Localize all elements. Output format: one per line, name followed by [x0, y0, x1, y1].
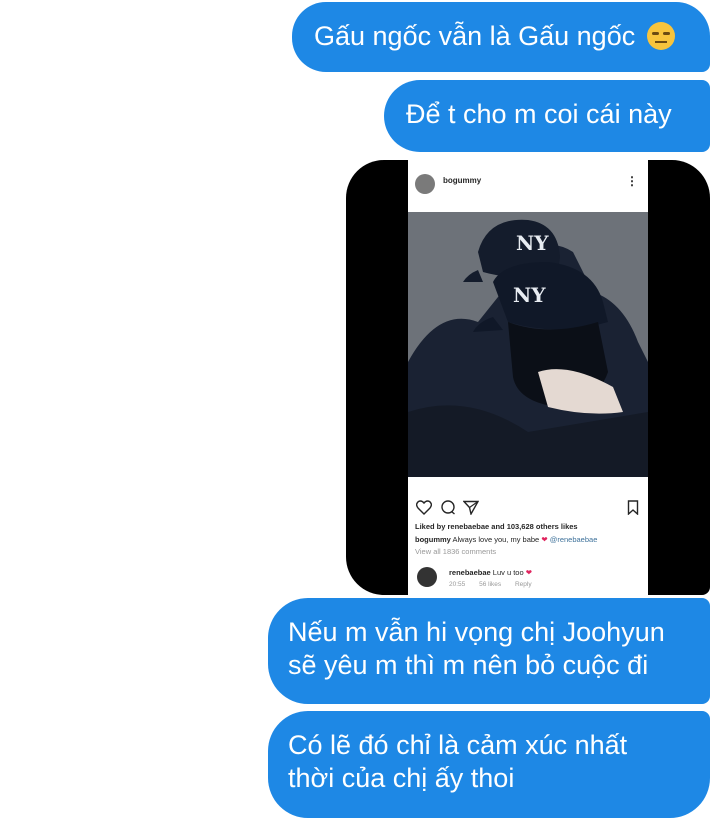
- view-all-comments: View all 1836 comments: [415, 547, 497, 556]
- message-text: Gấu ngốc vẫn là Gấu ngốc: [314, 21, 636, 51]
- instagram-post-screenshot: bogummy ⋮ NY NY Liked by renebaebae and …: [408, 160, 648, 595]
- avatar: [415, 174, 435, 194]
- more-options-icon: ⋮: [626, 174, 638, 188]
- post-actions: [416, 500, 640, 516]
- message-text-line: Nếu m vẫn hi vọng chị Joohyun: [288, 617, 665, 647]
- comment-time: 20:55: [449, 581, 466, 588]
- message-text-line: Có lẽ đó chỉ là cảm xúc nhất: [288, 730, 628, 760]
- post-caption: bogummy Always love you, my babe ❤ @rene…: [415, 535, 597, 544]
- comment-row: renebaebae Luv u too ❤ 20:55 56 likes Re…: [415, 565, 645, 591]
- heart-emoji-icon: ❤: [541, 535, 548, 544]
- caption-username: bogummy: [415, 535, 451, 544]
- post-photo: NY NY: [408, 212, 648, 477]
- comment-likes: 56 likes: [479, 581, 502, 588]
- message-bubble[interactable]: Để t cho m coi cái này: [384, 80, 710, 152]
- comment-body: Luv u too: [492, 568, 524, 577]
- heart-icon[interactable]: [416, 500, 432, 515]
- comment-icon[interactable]: [440, 500, 456, 515]
- caption-mention: @renebaebae: [549, 535, 598, 544]
- message-bubble[interactable]: Gấu ngốc vẫn là Gấu ngốc: [292, 2, 710, 72]
- post-username: bogummy: [443, 176, 482, 185]
- comment-username: renebaebae: [449, 568, 491, 577]
- comment-text: renebaebae Luv u too ❤: [449, 568, 532, 577]
- message-bubble[interactable]: Nếu m vẫn hi vọng chị Joohyun sẽ yêu m t…: [268, 598, 710, 704]
- avatar: [417, 567, 437, 587]
- message-text-line: sẽ yêu m thì m nên bỏ cuộc đi: [288, 650, 649, 680]
- svg-text:NY: NY: [513, 283, 546, 307]
- comment-reply: Reply: [514, 581, 532, 588]
- comment-meta: 20:55 56 likes Reply: [449, 581, 544, 588]
- message-bubble[interactable]: Có lẽ đó chỉ là cảm xúc nhất thời của ch…: [268, 711, 710, 818]
- caption-text: Always love you, my babe: [452, 535, 540, 544]
- shared-image-message[interactable]: bogummy ⋮ NY NY Liked by renebaebae and …: [346, 160, 710, 595]
- share-icon[interactable]: [463, 500, 479, 515]
- bookmark-icon[interactable]: [627, 500, 639, 515]
- heart-emoji-icon: ❤: [525, 568, 533, 577]
- message-text: Để t cho m coi cái này: [406, 99, 672, 129]
- likes-count: Liked by renebaebae and 103,628 others l…: [415, 522, 578, 531]
- svg-text:NY: NY: [516, 231, 549, 255]
- couple-photo-illustration: NY NY: [408, 212, 648, 477]
- message-text-line: thời của chị ấy thoi: [288, 763, 515, 793]
- expressionless-face-icon: [646, 22, 675, 50]
- post-header: bogummy ⋮: [408, 170, 648, 200]
